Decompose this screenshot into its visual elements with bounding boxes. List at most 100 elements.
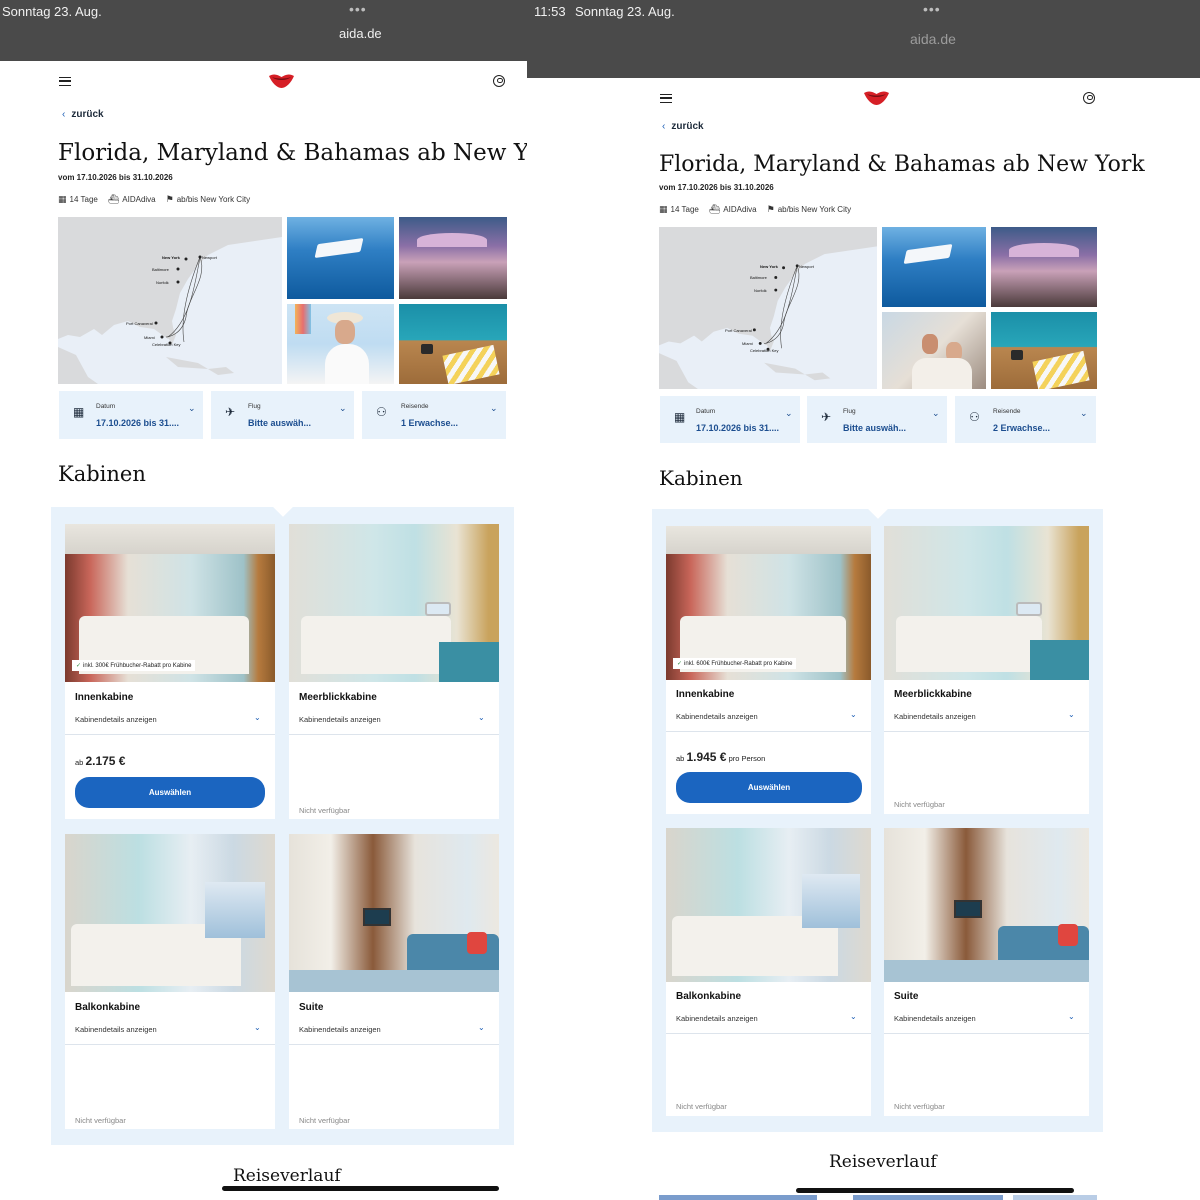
select-cabin-button[interactable]: Auswählen [676,772,862,803]
cabin-card-innenkabine[interactable]: ✓ inkl. 600€ Frühbucher-Rabatt pro Kabine… [666,526,871,814]
trip-meta: ▦ 14 Tage ⛴ AIDAdiva ⚑ ab/bis New York City [58,194,250,205]
date-selector[interactable]: ▦ Datum 17.10.2026 bis 31.... ⌄ [59,391,203,439]
itinerary-heading: Reiseverlauf [829,1152,937,1172]
trip-meta: ▦ 14 Tage ⛴ AIDAdiva ⚑ ab/bis New York City [659,204,851,215]
tab-dots-icon[interactable]: ••• [349,1,367,17]
cabin-name: Balkonkabine [75,1002,141,1013]
chevron-down-icon[interactable]: ⌄ [850,1012,857,1021]
unavailable-text: Nicht verfügbar [299,1116,350,1125]
map-label-port-canaveral: Port Canaveral [126,321,153,326]
flight-selector[interactable]: ✈ Flug Bitte auswäh... ⌄ [211,391,354,439]
divider [666,1033,871,1034]
chevron-down-icon: ⌄ [1080,408,1088,418]
ship-text: AIDAdiva [723,205,757,214]
people-icon: ⚇ [376,405,387,419]
cabin-details-link[interactable]: Kabinendetails anzeigen [894,712,976,721]
map-label-new-york: New York [162,255,180,260]
url-bar[interactable]: aida.de [910,31,956,47]
cabin-details-link[interactable]: Kabinendetails anzeigen [75,1025,157,1034]
chevron-down-icon[interactable]: ⌄ [478,713,485,722]
back-link[interactable]: ‹ zurück [662,121,704,132]
travelers-selector[interactable]: ⚇ Reisende 2 Erwachse... ⌄ [955,396,1096,443]
cabin-image [884,828,1089,982]
photo-woman-hat[interactable] [287,304,394,384]
cabin-image [884,526,1089,680]
unavailable-text: Nicht verfügbar [676,1102,727,1111]
select-cabin-button[interactable]: Auswählen [75,777,265,808]
cabin-card-suite[interactable]: Suite Kabinendetails anzeigen ⌄ Nicht ve… [884,828,1089,1116]
itinerary-tab-strip [853,1195,1003,1200]
route-map[interactable]: New York Newport Baltimore Norfolk Port … [659,227,877,389]
photo-deck-lounge[interactable] [399,217,507,299]
clothes-shape [912,358,972,389]
photo-pool-towel[interactable] [399,304,507,384]
photo-pool-towel[interactable] [991,312,1097,389]
calendar-icon: ▦ [674,410,686,424]
back-label: zurück [671,121,704,132]
ship-icon: ⛴ [708,204,721,214]
cabin-name: Suite [299,1002,324,1013]
cabin-card-suite[interactable]: Suite Kabinendetails anzeigen ⌄ Nicht ve… [289,834,499,1129]
aida-kussmund-logo[interactable] [863,89,890,106]
cabin-details-link[interactable]: Kabinendetails anzeigen [75,715,157,724]
url-bar[interactable]: aida.de [339,26,382,41]
home-indicator[interactable] [222,1186,499,1191]
divider [884,1033,1089,1034]
plane-icon: ✈ [225,405,236,419]
aida-kussmund-logo[interactable] [268,72,295,89]
duration-text: 14 Tage [69,195,98,204]
unavailable-text: Nicht verfügbar [299,806,350,815]
cabin-card-balkonkabine[interactable]: Balkonkabine Kabinendetails anzeigen ⌄ N… [666,828,871,1116]
price-value: 1.945 € [686,750,727,764]
travelers-selector[interactable]: ⚇ Reisende 1 Erwachse... ⌄ [362,391,506,439]
chevron-down-icon[interactable]: ⌄ [254,1023,261,1032]
cabin-details-link[interactable]: Kabinendetails anzeigen [676,1014,758,1023]
map-label-baltimore: Baltimore [152,267,169,272]
cabin-card-meerblickkabine[interactable]: Meerblickkabine Kabinendetails anzeigen … [884,526,1089,814]
chevron-down-icon[interactable]: ⌄ [478,1023,485,1032]
photo-ship[interactable] [287,217,394,299]
divider [289,1044,499,1045]
cabin-details-link[interactable]: Kabinendetails anzeigen [299,715,381,724]
cabin-details-link[interactable]: Kabinendetails anzeigen [299,1025,381,1034]
home-indicator[interactable] [796,1188,1074,1193]
unavailable-text: Nicht verfügbar [75,1116,126,1125]
chevron-left-icon: ‹ [662,121,666,132]
menu-icon[interactable] [660,94,672,103]
port: ⚑ ab/bis New York City [166,194,250,205]
chevron-down-icon[interactable]: ⌄ [1068,1012,1075,1021]
cabin-details-link[interactable]: Kabinendetails anzeigen [894,1014,976,1023]
umbrella-shape [417,233,487,247]
cabin-image [666,828,871,982]
menu-icon[interactable] [59,77,71,86]
flight-value: Bitte auswäh... [843,423,907,433]
account-icon[interactable] [1083,92,1095,104]
chevron-down-icon[interactable]: ⌄ [850,710,857,719]
photo-ship[interactable] [882,227,986,307]
account-icon[interactable] [493,75,505,87]
face-man-shape [922,334,938,354]
status-bar: Sonntag 23. Aug. ••• aida.de [0,0,527,61]
travelers-value: 2 Erwachse... [993,423,1051,433]
cabin-price: ab 1.945 € pro Person [676,750,765,764]
photo-deck-lounge[interactable] [991,227,1097,307]
flight-selector[interactable]: ✈ Flug Bitte auswäh... ⌄ [807,396,947,443]
cabin-details-link[interactable]: Kabinendetails anzeigen [676,712,758,721]
cabin-card-innenkabine[interactable]: ✓ inkl. 300€ Frühbucher-Rabatt pro Kabine… [65,524,275,819]
plane-icon: ✈ [821,410,832,424]
route-map[interactable]: New York Newport Baltimore Norfolk Port … [58,217,282,384]
chevron-down-icon[interactable]: ⌄ [254,713,261,722]
photo-couple[interactable] [882,312,986,389]
date-selector[interactable]: ▦ Datum 17.10.2026 bis 31.... ⌄ [660,396,800,443]
cabin-card-balkonkabine[interactable]: Balkonkabine Kabinendetails anzeigen ⌄ N… [65,834,275,1129]
chevron-down-icon[interactable]: ⌄ [1068,710,1075,719]
divider [884,731,1089,732]
travel-dates: vom 17.10.2026 bis 31.10.2026 [659,183,774,192]
back-link[interactable]: ‹ zurück [62,109,104,120]
map-label-new-york: New York [760,264,778,269]
tab-dots-icon[interactable]: ••• [923,1,941,17]
people-icon: ⚇ [969,410,980,424]
calendar-icon: ▦ [58,194,67,204]
cabin-card-meerblickkabine[interactable]: Meerblickkabine Kabinendetails anzeigen … [289,524,499,819]
map-label-norfolk: Norfolk [754,288,767,293]
